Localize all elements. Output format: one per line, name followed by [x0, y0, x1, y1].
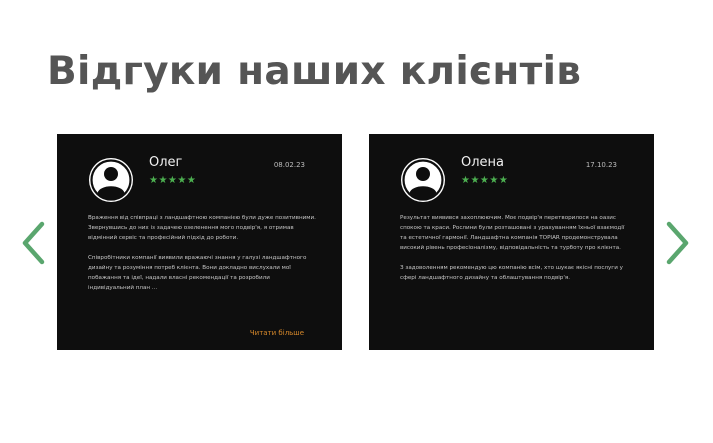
carousel-next-button[interactable] — [661, 220, 691, 266]
review-text: Враження від співпраці з ландшафтною ком… — [88, 213, 316, 303]
reviewer-name: Олена — [461, 155, 505, 170]
review-text: Результат виявився захоплюючим. Моє подв… — [400, 213, 628, 293]
review-paragraph: Враження від співпраці з ландшафтною ком… — [88, 215, 316, 241]
star-rating: ★★★★★ — [461, 175, 509, 186]
review-card: Олена ★★★★★ 17.10.23 Результат виявився … — [369, 134, 654, 350]
user-avatar-icon — [400, 157, 446, 203]
read-more-link[interactable]: Читати більше — [250, 329, 304, 337]
section-title: Відгуки наших клієнтів — [47, 49, 582, 94]
reviewer-name: Олег — [149, 155, 183, 170]
chevron-left-icon — [22, 221, 45, 265]
review-paragraph: З задоволенням рекомендую цю компанію вс… — [400, 265, 623, 281]
star-rating: ★★★★★ — [149, 175, 197, 186]
carousel-prev-button[interactable] — [20, 220, 50, 266]
user-avatar-icon — [88, 157, 134, 203]
chevron-right-icon — [666, 221, 689, 265]
review-date: 08.02.23 — [273, 161, 305, 169]
review-card: Олег ★★★★★ 08.02.23 Враження від співпра… — [57, 134, 342, 350]
review-date: 17.10.23 — [585, 161, 617, 169]
review-paragraph: Результат виявився захоплюючим. Моє подв… — [400, 215, 625, 251]
review-paragraph: Співробітники компанії виявили вражаючі … — [88, 255, 307, 291]
